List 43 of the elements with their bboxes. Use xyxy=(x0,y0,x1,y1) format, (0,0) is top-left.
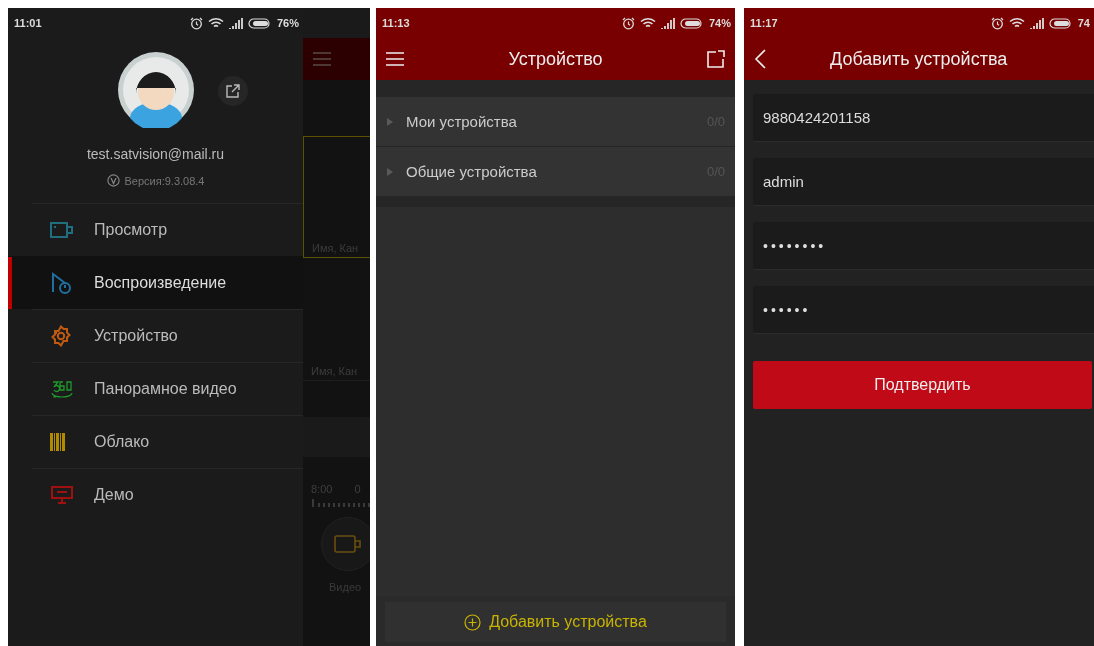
version-label: Версия:9.3.08.4 xyxy=(124,174,205,187)
menu-item[interactable]: Демо xyxy=(32,468,303,521)
signal-icon xyxy=(660,17,675,29)
input-field[interactable]: admin xyxy=(753,158,1094,206)
back-icon[interactable] xyxy=(754,49,766,69)
alarm-icon xyxy=(621,16,635,30)
status-time: 11:13 xyxy=(382,17,410,29)
menu-item[interactable]: Облако xyxy=(32,415,303,468)
wifi-icon xyxy=(207,17,224,29)
input-field[interactable]: •••••••• xyxy=(753,222,1094,270)
confirm-button[interactable]: Подтвердить xyxy=(753,361,1092,409)
plus-circle-icon xyxy=(464,613,482,631)
screen-title: Устройство xyxy=(508,48,603,70)
battery-icon xyxy=(1048,17,1073,29)
version-icon xyxy=(106,174,120,187)
wifi-icon xyxy=(1008,17,1025,29)
input-field[interactable]: •••••• xyxy=(753,286,1094,334)
menu-item[interactable]: Воспроизведение xyxy=(8,256,303,309)
input-field[interactable]: 9880424201158 xyxy=(753,94,1094,142)
battery-percent: 74% xyxy=(708,17,731,29)
status-time: 11:17 xyxy=(750,17,778,29)
alarm-icon xyxy=(990,16,1004,30)
avatar[interactable] xyxy=(117,52,194,128)
wifi-icon xyxy=(639,17,656,29)
battery-icon xyxy=(679,17,704,29)
group-label: Общие устройства xyxy=(406,163,538,180)
share-icon xyxy=(225,83,241,99)
battery-icon xyxy=(247,17,272,29)
menu-item[interactable]: Устройство xyxy=(32,309,303,362)
signal-icon xyxy=(228,17,243,29)
group-label: Мои устройства xyxy=(406,113,518,130)
account-email: test.satvision@mail.ru xyxy=(85,146,226,162)
alarm-icon xyxy=(189,16,203,30)
battery-percent: 76% xyxy=(276,17,299,29)
menu-item[interactable]: Панорамное видео xyxy=(32,362,303,415)
status-time: 11:01 xyxy=(14,17,42,29)
signal-icon xyxy=(1029,17,1044,29)
edit-icon[interactable] xyxy=(707,50,725,68)
add-device-button[interactable]: Добавить устройства xyxy=(385,602,726,642)
share-button[interactable] xyxy=(218,76,248,106)
screen-title: Добавить устройства xyxy=(830,48,1008,70)
battery-percent: 74 xyxy=(1077,17,1090,29)
camera-icon xyxy=(333,533,363,555)
